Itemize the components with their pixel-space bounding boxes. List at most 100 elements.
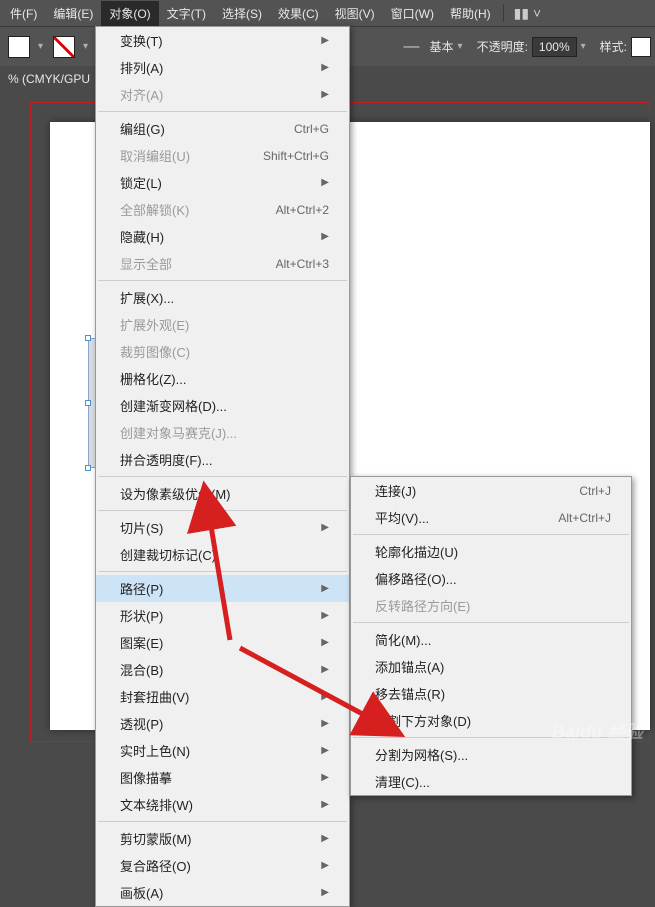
opacity-label: 不透明度: — [477, 38, 528, 55]
menu-effect[interactable]: 效果(C) — [270, 1, 327, 26]
menu-file[interactable]: 件(F) — [2, 1, 45, 26]
menu-view[interactable]: 视图(V) — [327, 1, 383, 26]
menu-item-label: 封套扭曲(V) — [120, 687, 189, 706]
menu-item-label: 创建裁切标记(C) — [120, 545, 216, 564]
menu-item-label: 轮廓化描边(U) — [375, 542, 458, 561]
menu-item-label: 排列(A) — [120, 58, 163, 77]
object-menu-item[interactable]: 创建渐变网格(D)... — [96, 392, 349, 419]
menu-item-label: 偏移路径(O)... — [375, 569, 457, 588]
object-menu-item[interactable]: 变换(T) ▶ — [96, 27, 349, 54]
object-menu-item[interactable]: 形状(P)▶ — [96, 602, 349, 629]
workspace-icon[interactable]: ▮▮ ˅ — [514, 5, 541, 22]
path-submenu-item[interactable]: 平均(V)...Alt+Ctrl+J — [351, 504, 631, 531]
path-submenu-item[interactable]: 添加锚点(A) — [351, 653, 631, 680]
menu-item-label: 透视(P) — [120, 714, 163, 733]
menu-shortcut: Alt+Ctrl+J — [558, 511, 611, 525]
menu-help[interactable]: 帮助(H) — [442, 1, 499, 26]
submenu-arrow-icon: ▶ — [321, 718, 329, 729]
object-menu-item[interactable]: 栅格化(Z)... — [96, 365, 349, 392]
menu-item-label: 扩展(X)... — [120, 288, 174, 307]
menu-object[interactable]: 对象(O) — [101, 1, 158, 26]
watermark: Baidu 经验 — [552, 718, 643, 744]
object-menu-item[interactable]: 封套扭曲(V)▶ — [96, 683, 349, 710]
menu-item-label: 变换(T) — [120, 31, 163, 50]
menu-item-label: 栅格化(Z)... — [120, 369, 186, 388]
menu-shortcut: Alt+Ctrl+3 — [276, 257, 329, 271]
style-label: 样式: — [600, 38, 627, 55]
path-submenu-item[interactable]: 轮廓化描边(U) — [351, 538, 631, 565]
object-menu-item[interactable]: 排列(A) ▶ — [96, 54, 349, 81]
object-menu-item[interactable]: 设为像素级优化(M) — [96, 480, 349, 507]
submenu-arrow-icon: ▶ — [321, 35, 329, 46]
menu-item-label: 清理(C)... — [375, 772, 430, 791]
menu-item-label: 实时上色(N) — [120, 741, 190, 760]
path-submenu-item[interactable]: 清理(C)... — [351, 768, 631, 795]
object-menu-item: 扩展外观(E) — [96, 311, 349, 338]
object-menu-item[interactable]: 隐藏(H)▶ — [96, 223, 349, 250]
submenu-arrow-icon: ▶ — [321, 637, 329, 648]
submenu-arrow-icon: ▶ — [321, 62, 329, 73]
object-menu-item[interactable]: 剪切蒙版(M) ▶ — [96, 825, 349, 852]
menu-item-label: 分割为网格(S)... — [375, 745, 468, 764]
object-menu-item: 对齐(A)▶ — [96, 81, 349, 108]
menu-item-label: 全部解锁(K) — [120, 200, 189, 219]
menu-item-label: 分割下方对象(D) — [375, 711, 471, 730]
menu-item-label: 复合路径(O) — [120, 856, 191, 875]
submenu-arrow-icon: ▶ — [321, 89, 329, 100]
object-menu-item[interactable]: 图像描摹▶ — [96, 764, 349, 791]
menubar: 件(F) 编辑(E) 对象(O) 文字(T) 选择(S) 效果(C) 视图(V)… — [0, 0, 655, 26]
object-menu-item[interactable]: 复合路径(O)▶ — [96, 852, 349, 879]
menu-item-label: 扩展外观(E) — [120, 315, 189, 334]
chevron-down-icon[interactable]: ▾ — [38, 41, 43, 52]
object-menu-item[interactable]: 路径(P)▶ — [96, 575, 349, 602]
style-swatch[interactable] — [631, 37, 651, 57]
stroke-swatch[interactable] — [53, 36, 75, 58]
menu-select[interactable]: 选择(S) — [214, 1, 270, 26]
path-submenu: 连接(J)Ctrl+J平均(V)...Alt+Ctrl+J 轮廓化描边(U) 偏移路… — [350, 476, 632, 796]
menu-item-label: 设为像素级优化(M) — [120, 484, 231, 503]
object-menu-item[interactable]: 拼合透明度(F)... — [96, 446, 349, 473]
menu-shortcut: Ctrl+J — [579, 484, 611, 498]
menu-item-label: 混合(B) — [120, 660, 163, 679]
menu-edit[interactable]: 编辑(E) — [45, 1, 101, 26]
opacity-input[interactable]: 100% — [532, 37, 577, 57]
menu-window[interactable]: 窗口(W) — [383, 1, 442, 26]
submenu-arrow-icon: ▶ — [321, 177, 329, 188]
submenu-arrow-icon: ▶ — [321, 522, 329, 533]
object-menu-item[interactable]: 透视(P) ▶ — [96, 710, 349, 737]
menu-item-label: 剪切蒙版(M) — [120, 829, 192, 848]
fill-swatch[interactable] — [8, 36, 30, 58]
object-menu-item[interactable]: 文本绕排(W)▶ — [96, 791, 349, 818]
chevron-down-icon[interactable]: ▾ — [581, 41, 586, 52]
path-submenu-item[interactable]: 分割为网格(S)... — [351, 741, 631, 768]
object-menu-item[interactable]: 切片(S) ▶ — [96, 514, 349, 541]
path-submenu-item[interactable]: 简化(M)... — [351, 626, 631, 653]
menu-item-label: 添加锚点(A) — [375, 657, 444, 676]
object-menu-item[interactable]: 扩展(X)... — [96, 284, 349, 311]
chevron-down-icon[interactable]: ▾ — [458, 41, 463, 52]
submenu-arrow-icon: ▶ — [321, 610, 329, 621]
submenu-arrow-icon: ▶ — [321, 664, 329, 675]
submenu-arrow-icon: ▶ — [321, 745, 329, 756]
menu-item-label: 简化(M)... — [375, 630, 431, 649]
submenu-arrow-icon: ▶ — [321, 833, 329, 844]
path-submenu-item[interactable]: 移去锚点(R) — [351, 680, 631, 707]
menu-item-label: 图像描摹 — [120, 768, 172, 787]
path-submenu-item[interactable]: 偏移路径(O)... — [351, 565, 631, 592]
menu-shortcut: Ctrl+G — [294, 122, 329, 136]
path-submenu-item[interactable]: 连接(J)Ctrl+J — [351, 477, 631, 504]
menu-text[interactable]: 文字(T) — [159, 1, 214, 26]
menu-shortcut: Shift+Ctrl+G — [263, 149, 329, 163]
submenu-arrow-icon: ▶ — [321, 231, 329, 242]
chevron-down-icon[interactable]: ▾ — [83, 41, 88, 52]
object-menu-item: 显示全部Alt+Ctrl+3 — [96, 250, 349, 277]
menu-item-label: 切片(S) — [120, 518, 163, 537]
object-menu-item: 裁剪图像(C) — [96, 338, 349, 365]
object-menu-item[interactable]: 图案(E)▶ — [96, 629, 349, 656]
object-menu-item[interactable]: 实时上色(N) ▶ — [96, 737, 349, 764]
object-menu-item[interactable]: 锁定(L)▶ — [96, 169, 349, 196]
object-menu-item[interactable]: 创建裁切标记(C) — [96, 541, 349, 568]
object-menu-item[interactable]: 混合(B) ▶ — [96, 656, 349, 683]
object-menu-item[interactable]: 画板(A)▶ — [96, 879, 349, 906]
object-menu-item[interactable]: 编组(G)Ctrl+G — [96, 115, 349, 142]
